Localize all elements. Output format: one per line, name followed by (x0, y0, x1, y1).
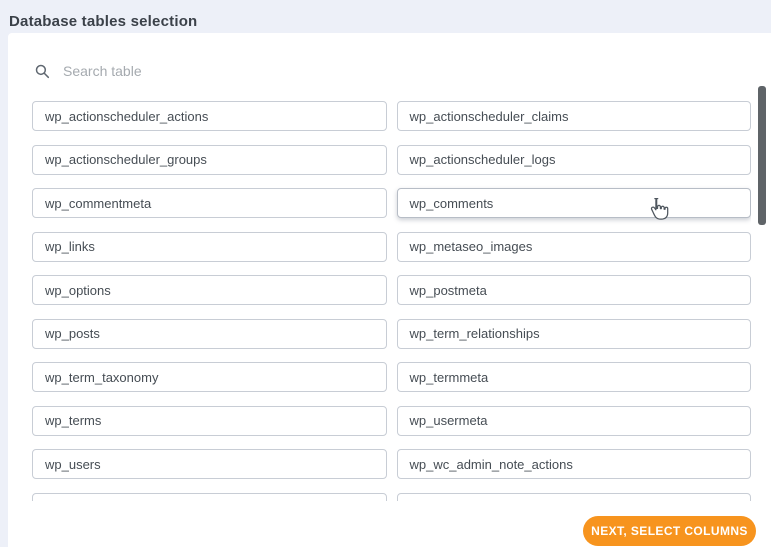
table-item[interactable]: wp_wc_admin_note_actions (396, 449, 751, 479)
table-item[interactable]: wp_actionscheduler_claims (396, 101, 751, 131)
table-item-label: wp_comments (409, 195, 494, 211)
scrollbar-thumb[interactable] (758, 86, 766, 225)
table-item[interactable]: wp_terms (32, 405, 387, 436)
table-item[interactable]: wp_links (32, 231, 387, 262)
table-item-label: wp_term_taxonomy (45, 369, 159, 385)
table-item-label: wp_termmeta (409, 369, 489, 385)
table-item[interactable]: wp_actionscheduler_actions (32, 101, 387, 131)
search-icon (35, 64, 50, 79)
table-item-label: wp_links (45, 239, 95, 254)
page-title: Database tables selection (9, 13, 198, 31)
table-item-clipped[interactable] (396, 492, 751, 501)
table-item[interactable]: wp_commentmeta (32, 188, 387, 218)
table-item-label: wp_metaseo_images (409, 239, 533, 254)
table-item[interactable]: wp_comments (396, 188, 751, 218)
tables-selection-card: wp_actionscheduler_actions wp_actionsche… (8, 33, 771, 547)
table-item-label: wp_terms (45, 413, 102, 428)
table-item-label: wp_actionscheduler_actions (45, 108, 209, 124)
table-item-label: wp_actionscheduler_groups (45, 152, 207, 167)
table-item-label: wp_commentmeta (45, 195, 152, 211)
table-item[interactable]: wp_users (32, 449, 387, 479)
table-item-label: wp_actionscheduler_logs (409, 152, 556, 167)
tables-grid: wp_actionscheduler_actions wp_actionsche… (32, 101, 751, 501)
table-item-label: wp_postmeta (409, 282, 487, 298)
table-item[interactable]: wp_postmeta (396, 275, 751, 305)
table-item-clipped[interactable] (32, 492, 387, 501)
table-item[interactable]: wp_actionscheduler_logs (396, 144, 751, 175)
table-item[interactable]: wp_posts (32, 318, 387, 349)
table-item[interactable]: wp_usermeta (396, 405, 751, 436)
table-item-label: wp_term_relationships (409, 326, 540, 341)
table-item-label: wp_usermeta (409, 413, 488, 428)
search-input[interactable] (61, 62, 425, 80)
table-item-label: wp_posts (45, 326, 100, 341)
table-item[interactable]: wp_term_relationships (396, 318, 751, 349)
table-item[interactable]: wp_metaseo_images (396, 231, 751, 262)
table-item[interactable]: wp_termmeta (396, 362, 751, 392)
search-bar (35, 57, 425, 85)
database-tables-selection-page: { "page": { "title": "Database tables se… (0, 0, 771, 547)
next-select-columns-button[interactable]: NEXT, SELECT COLUMNS (583, 516, 756, 546)
table-item-label: wp_users (45, 456, 101, 472)
table-item-label: wp_wc_admin_note_actions (409, 456, 573, 472)
table-item-label: wp_options (45, 282, 111, 298)
table-item[interactable]: wp_actionscheduler_groups (32, 144, 387, 175)
table-item[interactable]: wp_term_taxonomy (32, 362, 387, 392)
table-item[interactable]: wp_options (32, 275, 387, 305)
table-item-label: wp_actionscheduler_claims (409, 108, 569, 124)
